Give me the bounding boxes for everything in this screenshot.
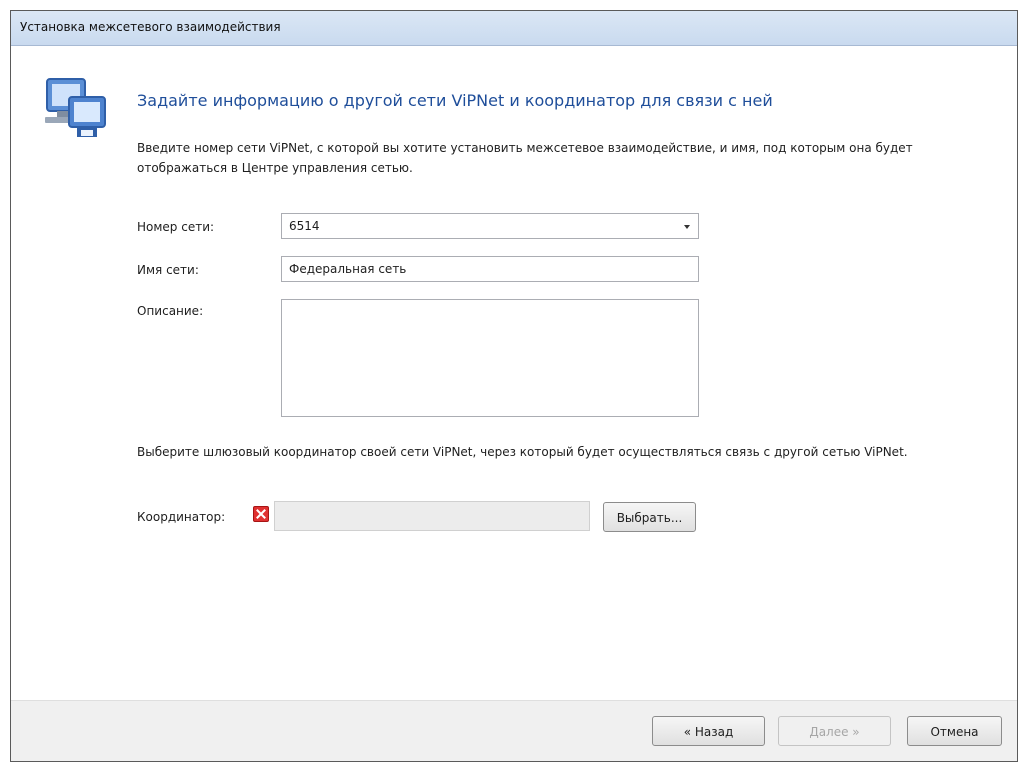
network-number-value: 6514 — [289, 219, 320, 233]
page-heading: Задайте информацию о другой сети ViPNet … — [137, 91, 773, 110]
wizard-window: Установка межсетевого взаимодействия Зад… — [10, 10, 1018, 762]
coordinator-label: Координатор: — [137, 510, 226, 524]
error-icon — [253, 506, 269, 522]
next-button[interactable]: Далее » — [778, 716, 891, 746]
page-description: Введите номер сети ViPNet, с которой вы … — [137, 141, 913, 175]
title-bar: Установка межсетевого взаимодействия — [11, 11, 1017, 46]
back-button[interactable]: « Назад — [652, 716, 765, 746]
description-textarea[interactable] — [281, 299, 699, 417]
network-number-label: Номер сети: — [137, 220, 215, 234]
description-label: Описание: — [137, 304, 204, 318]
network-number-select[interactable]: 6514 — [281, 213, 699, 239]
network-computers-icon — [45, 78, 106, 137]
wizard-footer: « Назад Далее » Отмена — [11, 700, 1017, 761]
window-title: Установка межсетевого взаимодействия — [20, 20, 281, 34]
chevron-down-icon[interactable] — [684, 225, 690, 229]
coordinator-field — [274, 501, 590, 531]
network-name-value: Федеральная сеть — [289, 262, 407, 276]
network-name-input[interactable]: Федеральная сеть — [281, 256, 699, 282]
cancel-button[interactable]: Отмена — [907, 716, 1002, 746]
coordinator-instruction: Выберите шлюзовый координатор своей сети… — [137, 445, 908, 459]
network-name-label: Имя сети: — [137, 263, 199, 277]
select-coordinator-button[interactable]: Выбрать... — [603, 502, 696, 532]
